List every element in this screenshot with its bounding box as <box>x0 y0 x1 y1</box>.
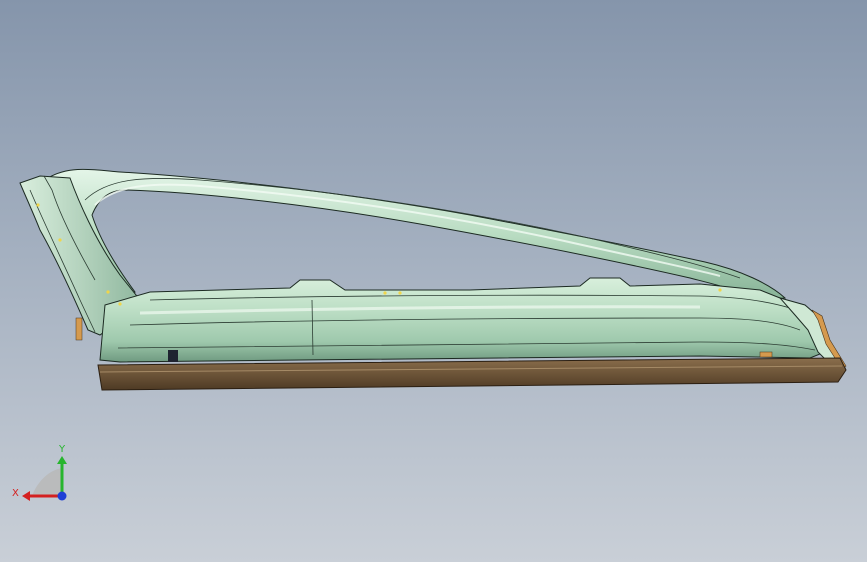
front-clip <box>168 350 178 362</box>
y-axis-arrowhead <box>57 456 67 464</box>
door-frame-model[interactable] <box>0 0 867 562</box>
fastener-dot <box>718 288 722 292</box>
x-axis-arrowhead <box>22 491 30 501</box>
y-axis-label: Y <box>58 444 66 455</box>
window-frame-arch <box>47 168 787 301</box>
fastener-dot <box>36 203 40 207</box>
door-sill <box>97 357 847 391</box>
fastener-dot <box>118 302 122 306</box>
fastener-dot <box>398 291 402 295</box>
rear-orange-tab <box>759 351 773 358</box>
graphics-viewport[interactable]: X Y <box>0 0 867 562</box>
fastener-dot <box>106 290 110 294</box>
door-inner-panel <box>99 277 826 363</box>
z-axis-dot <box>57 491 67 501</box>
triad-plane-indicator <box>32 468 62 496</box>
fastener-dot <box>383 291 387 295</box>
x-axis-label: X <box>12 488 19 499</box>
fastener-dot <box>58 238 62 242</box>
orientation-triad[interactable]: X Y <box>10 438 80 508</box>
front-orange-tab <box>75 317 83 341</box>
